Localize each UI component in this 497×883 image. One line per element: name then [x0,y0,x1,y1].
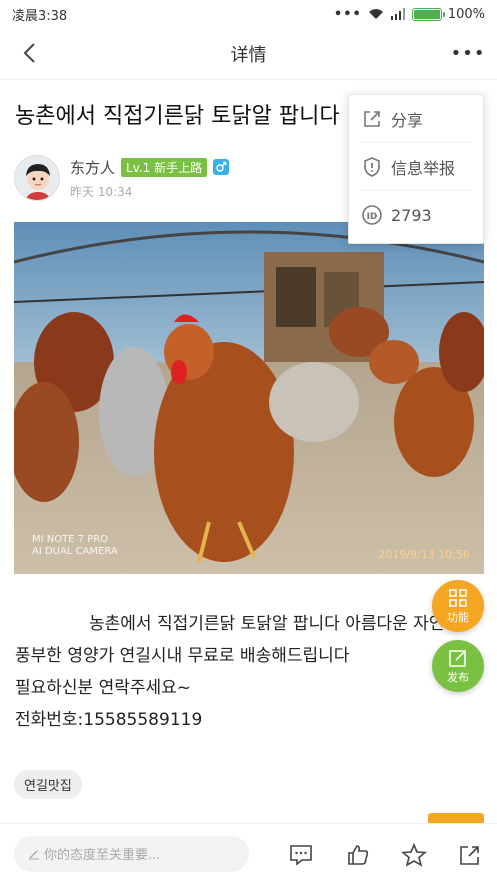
post-content: 농촌에서 직접기른닭 토닭알 팝니다 아름다운 자연 풍부한 영양가 연길시내 … [15,608,485,736]
svg-text:ID: ID [367,212,378,222]
level-badge: Lv.1 新手上路 [121,157,208,177]
more-menu-button[interactable]: ••• [450,38,486,68]
nav-bar: 详情 ••• [0,28,497,80]
publish-fab-label: 发布 [447,670,469,684]
share-icon [460,846,479,865]
status-time: 凌晨3:38 [12,8,68,24]
status-bar: 凌晨3:38 ••• 100% [0,0,497,28]
author-block[interactable]: 东方人 Lv.1 新手上路 昨天 10:34 [14,155,230,201]
more-dropdown-menu: 分享 信息举报 ID 2793 [348,94,484,244]
back-button[interactable] [14,38,44,68]
favorite-button[interactable] [401,842,427,868]
menu-item-id: ID 2793 [361,191,471,239]
menu-item-report[interactable]: 信息举报 [361,143,471,191]
content-line-2: 풍부한 영양가 연길시내 무료로 배송해드립니다 [15,646,350,666]
bottom-action-bar: 你的态度至关重要... [0,823,497,883]
comment-button[interactable] [288,842,314,868]
comment-icon [290,845,312,866]
chevron-left-icon [23,43,35,63]
chickens-photo [14,222,484,574]
post-time: 昨天 10:34 [70,184,133,199]
male-icon [213,159,230,175]
battery-icon [411,7,445,21]
content-line-3: 필요하신분 연락주세요~ [15,678,192,698]
share-icon [361,108,383,130]
report-shield-icon [361,156,383,178]
more-dots-icon: ••• [450,42,486,64]
menu-item-share[interactable]: 分享 [361,95,471,143]
comment-placeholder: 你的态度至关重要... [44,848,161,863]
menu-item-report-label: 信息举报 [391,158,456,178]
function-fab-button[interactable]: 功能 [432,580,484,632]
avatar[interactable] [14,155,60,201]
photo-date: 2019/9/13 10:56 [378,548,470,561]
topic-tag[interactable]: 연길맛집 [14,770,82,799]
comment-input[interactable]: 你的态度至关重要... [14,835,249,872]
status-icons: ••• 100% [334,7,485,22]
edit-icon [449,649,466,667]
id-icon: ID [361,204,383,226]
photo-watermark: MI NOTE 7 PRO AI DUAL CAMERA [32,534,118,557]
battery-percent: 100% [447,6,485,22]
avatar-image [15,156,59,200]
signal-icon [390,8,405,20]
wifi-icon [368,9,383,19]
more-notifications-icon: ••• [333,6,362,22]
post-id-value: 2793 [391,205,432,225]
publish-fab-button[interactable]: 发布 [432,640,484,692]
pencil-icon [29,850,39,859]
grid-icon [449,588,467,607]
share-button[interactable] [457,842,483,868]
post-photo[interactable]: MI NOTE 7 PRO AI DUAL CAMERA 2019/9/13 1… [14,222,484,574]
like-button[interactable] [345,842,371,868]
author-info: 东方人 Lv.1 新手上路 昨天 10:34 [70,157,230,200]
page-title: 详情 [230,44,267,66]
star-icon [401,843,427,867]
author-name[interactable]: 东方人 [70,157,115,178]
partially-hidden-badge [428,813,484,823]
content-line-4: 전화번호:15585589119 [15,710,203,730]
thumbs-up-icon [348,845,369,865]
function-fab-label: 功能 [447,610,469,624]
content-line-1: 농촌에서 직접기른닭 토닭알 팝니다 아름다운 자연 [89,614,445,634]
menu-item-share-label: 分享 [391,110,424,130]
